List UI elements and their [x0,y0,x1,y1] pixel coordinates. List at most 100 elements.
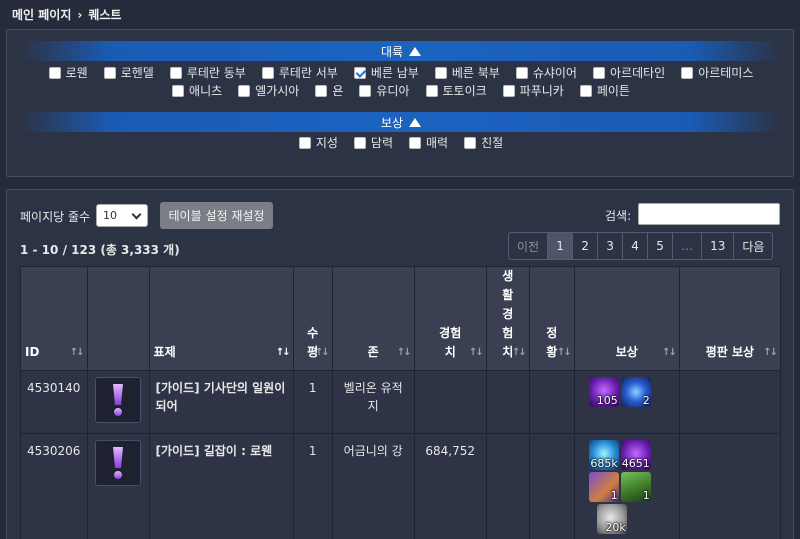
checkbox-box[interactable] [409,136,421,149]
continent-checkbox[interactable]: 로웬 [48,64,88,81]
cell-status [528,370,575,434]
reward-filter-toggle[interactable]: 보상 [21,112,781,132]
chest-icon[interactable]: 1 [620,472,651,502]
reset-table-button[interactable]: 테이블 설정 재설정 [160,202,273,229]
table-row[interactable]: 4530206 [가이드] 길잡이 : 로웬 1 어금니의 강 684,752 … [20,433,782,539]
checkbox-box[interactable] [48,66,61,79]
checkbox-box[interactable] [169,66,182,79]
sort-icon: ↑↓ [662,347,677,358]
breadcrumb-current: 퀘스트 [88,8,122,22]
column-header-id[interactable]: ID ↑↓ [20,266,88,371]
reward-items: 685k 4651 1 1 20k [588,440,659,534]
book-icon[interactable]: 1 [588,472,619,502]
column-header-reward[interactable]: 보상 ↑↓ [573,266,680,371]
checkbox-box[interactable] [315,84,328,97]
continent-checkbox[interactable]: 베른 남부 [353,64,419,81]
checkbox-box[interactable] [261,66,274,79]
sort-icon: ↑↓ [314,347,330,358]
continent-filter-label: 대륙 [380,44,404,59]
rows-per-page-label: 페이지당 줄수 [20,210,91,224]
blue-orb-icon[interactable]: 2 [620,377,651,407]
checkbox-box[interactable] [502,84,515,97]
cell-title[interactable]: [가이드] 기사단의 일원이 되어 [148,370,294,434]
search-input[interactable] [638,203,780,225]
checkbox-box[interactable] [238,84,251,97]
purple-gem-icon[interactable]: 4651 [620,440,651,470]
rows-per-page-select[interactable]: 10 [96,204,148,227]
checkbox-box-checked[interactable] [353,66,366,79]
column-header-icon [86,266,150,371]
continent-checkbox[interactable]: 페이튼 [579,82,630,99]
checkbox-box[interactable] [353,136,366,149]
continent-checkbox[interactable]: 엘가시아 [238,82,299,99]
filter-panel: 대륙 로웬 로헨델 루테란 동부 루테란 서부 베른 남부 베른 북부 슈샤이어… [6,29,794,177]
checkbox-box[interactable] [103,66,116,79]
cell-zone: 벨리온 유적지 [331,370,415,434]
reward-checkbox[interactable]: 친절 [464,134,503,151]
continent-checkbox[interactable]: 토토이크 [425,82,487,99]
continent-filter-toggle[interactable]: 대륙 [21,41,781,61]
cell-reward: 105 2 [573,370,680,434]
cell-life-exp [485,370,530,434]
continent-checkbox[interactable]: 베른 북부 [434,64,500,81]
continent-checkbox[interactable]: 아르데타인 [592,64,665,81]
cyan-gem-icon[interactable]: 685k [588,440,619,470]
search-label: 검색: [605,209,632,223]
pagination-page[interactable]: 1 [548,233,574,259]
pagination-page[interactable]: 5 [648,233,674,259]
cell-id: 4530140 [20,370,88,434]
checkbox-box[interactable] [359,84,372,97]
continent-checkbox[interactable]: 루테란 서부 [261,64,338,81]
column-header-life-exp[interactable]: 생 활 경 험 치 ↑↓ [485,266,530,371]
continent-checkbox[interactable]: 유디아 [359,82,410,99]
continent-checkbox[interactable]: 욘 [315,82,343,99]
checkbox-box[interactable] [298,136,311,149]
reward-checkbox[interactable]: 지성 [298,134,338,151]
checkbox-box[interactable] [172,84,185,97]
pagination-next[interactable]: 다음 [734,233,772,259]
breadcrumb: 메인 페이지 › 퀘스트 [12,6,121,23]
continent-checkbox[interactable]: 아르테미스 [681,64,753,81]
cell-status [528,433,575,539]
continent-checkbox[interactable]: 애니츠 [172,82,222,99]
column-header-title[interactable]: 표제 ↑↓ [148,266,294,371]
checkbox-box[interactable] [681,66,694,79]
breadcrumb-separator: › [77,7,83,22]
reward-checkbox[interactable]: 담력 [353,134,393,151]
cell-life-exp [485,433,530,539]
breadcrumb-home[interactable]: 메인 페이지 [12,6,71,23]
continent-checkbox[interactable]: 슈샤이어 [515,64,577,81]
silver-coin-icon[interactable]: 20k [596,504,627,534]
continent-checkbox[interactable]: 로헨델 [103,64,154,81]
continent-row-1: 로웬 로헨델 루테란 동부 루테란 서부 베른 남부 베른 북부 슈샤이어 아르… [7,64,795,81]
column-header-status[interactable]: 정 황 ↑↓ [528,266,575,371]
checkbox-box[interactable] [579,84,592,97]
checkbox-box[interactable] [425,84,438,97]
purple-gem-icon[interactable]: 105 [588,377,619,407]
column-header-level[interactable]: 수 평 ↑↓ [292,266,333,371]
cell-reputation [678,370,782,434]
continent-checkbox[interactable]: 루테란 동부 [169,64,246,81]
sort-icon: ↑↓ [763,347,778,358]
checkbox-box[interactable] [464,136,477,149]
quest-table: ID ↑↓ 표제 ↑↓ 수 평 ↑↓ 존 ↑↓ 경험 치 ↑↓ 생 활 경 험 치 ↑↓ 정… [20,266,782,539]
checkbox-box[interactable] [434,66,447,79]
pagination-page[interactable]: 2 [573,233,599,259]
sort-icon: ↑↓ [396,347,412,358]
pagination-ellipsis: … [673,233,703,259]
reward-checkbox[interactable]: 매력 [409,134,448,151]
continent-checkbox[interactable]: 파푸니카 [502,82,564,99]
column-header-reputation[interactable]: 평판 보상 ↑↓ [678,266,782,371]
checkbox-box[interactable] [592,66,605,79]
table-row[interactable]: 4530140 [가이드] 기사단의 일원이 되어 1 벨리온 유적지 105 … [20,370,782,434]
pagination-prev[interactable]: 이전 [509,233,549,259]
cell-title[interactable]: [가이드] 길잡이 : 로웬 [148,433,294,539]
pagination-page[interactable]: 13 [702,233,735,259]
column-header-zone[interactable]: 존 ↑↓ [331,266,415,371]
quest-table-panel: 페이지당 줄수 10 테이블 설정 재설정 검색: 1 - 10 / 123 (… [6,189,794,539]
pagination-page[interactable]: 3 [598,233,624,259]
checkbox-box[interactable] [515,66,528,79]
cell-reward: 685k 4651 1 1 20k [573,433,680,539]
column-header-exp[interactable]: 경험 치 ↑↓ [413,266,487,371]
pagination-page[interactable]: 4 [623,233,649,259]
